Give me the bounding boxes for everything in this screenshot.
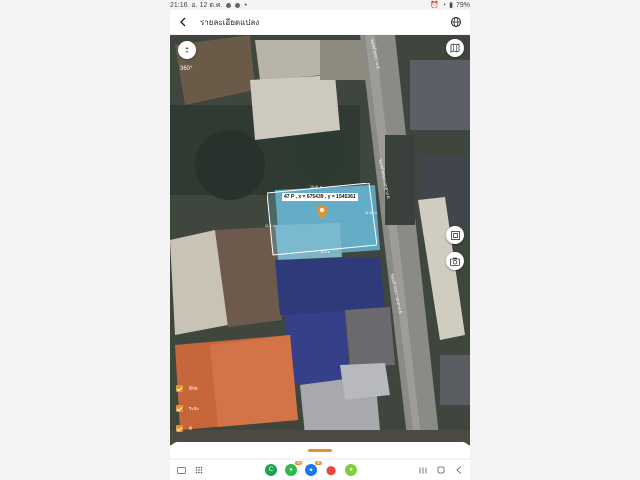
satellite-map[interactable]: ▲ N 360° 16.41 ม. 11.56 ม. 16.0 ม. 11.4 … xyxy=(170,35,470,445)
notification-icon xyxy=(226,2,232,8)
parcel-edge-top: 16.41 ม. xyxy=(310,185,324,189)
grid-icon xyxy=(450,230,460,240)
maps-pin-icon[interactable]: ⬤ xyxy=(325,464,337,476)
globe-icon xyxy=(451,17,461,27)
system-navbar: C ● 99 ✦ 99 ⬤ ● xyxy=(170,460,470,480)
apps-grid-icon[interactable] xyxy=(194,465,204,475)
status-time: 21:16 xyxy=(170,1,188,9)
layer-label: พิกัด xyxy=(189,386,198,391)
map-icon xyxy=(450,43,460,53)
layer-label: ระยะ xyxy=(189,406,199,411)
cloud-icon xyxy=(235,2,241,8)
layer-toggles: พิกัด ระยะ ดี xyxy=(176,385,199,432)
location-pin-icon[interactable] xyxy=(317,205,327,219)
camera-button[interactable] xyxy=(446,252,464,270)
home-button[interactable] xyxy=(436,465,446,475)
layer-label: ดี xyxy=(189,426,192,431)
notification-badge: 99 xyxy=(295,461,302,465)
back-button[interactable] xyxy=(176,15,190,29)
page-title: รายละเอียดแปลง xyxy=(200,17,260,27)
checkbox-checked-icon xyxy=(176,385,183,392)
app-icon-c[interactable]: C xyxy=(265,464,277,476)
parcel-info-button[interactable] xyxy=(446,226,464,244)
back-arrow-icon xyxy=(180,17,186,27)
parcel-edge-bottom: 16.0 ม. xyxy=(320,250,332,254)
more-notifications-icon: • xyxy=(244,1,247,9)
layer-toggle-coordinates[interactable]: พิกัด xyxy=(176,385,199,392)
app-icon-chat[interactable]: ● 99 xyxy=(285,461,302,476)
alarm-icon: ⏰ xyxy=(430,2,439,9)
recent-apps-button[interactable] xyxy=(418,465,428,475)
chat-bubble-icon: ● xyxy=(289,467,293,473)
app-header: รายละเอียดแปลง xyxy=(170,10,470,34)
bottom-sheet[interactable] xyxy=(170,442,470,458)
layer-toggle-distance[interactable]: ระยะ xyxy=(176,405,199,412)
status-bar: 21:16 อ. 12 ต.ค. • ⏰ ◔ ▮ 79% xyxy=(170,0,470,10)
parcel-edge-right: 11.56 ม. xyxy=(365,211,378,215)
checkbox-checked-icon xyxy=(176,405,183,412)
compass-letter: N xyxy=(185,49,189,54)
battery-level: 79% xyxy=(455,1,470,9)
globe-button[interactable] xyxy=(450,15,464,29)
signal-icon: ▮ xyxy=(449,2,453,9)
parcel-coordinate-label: 47 P , x = 675439 , y = 1545361 xyxy=(282,193,358,201)
back-nav-button[interactable] xyxy=(454,465,464,475)
parcel-edge-left: 11.4 ม. xyxy=(265,224,276,228)
view-360-label[interactable]: 360° xyxy=(180,66,192,72)
camera-icon xyxy=(450,257,460,266)
app-icon-messenger[interactable]: ✦ 99 xyxy=(305,461,322,476)
status-date: อ. 12 ต.ค. xyxy=(191,1,223,9)
checkbox-checked-icon xyxy=(176,425,183,432)
compass-button[interactable]: ▲ N xyxy=(178,41,196,59)
wifi-icon: ◔ xyxy=(441,1,447,9)
layer-toggle-boundary[interactable]: ดี xyxy=(176,425,199,432)
sheet-drag-handle[interactable] xyxy=(308,449,332,452)
map-type-button[interactable] xyxy=(446,39,464,57)
keyboard-icon[interactable] xyxy=(176,465,186,475)
notification-badge: 99 xyxy=(315,461,322,465)
messenger-icon: ✦ xyxy=(308,467,314,474)
app-icon-game[interactable]: ● xyxy=(345,464,357,476)
